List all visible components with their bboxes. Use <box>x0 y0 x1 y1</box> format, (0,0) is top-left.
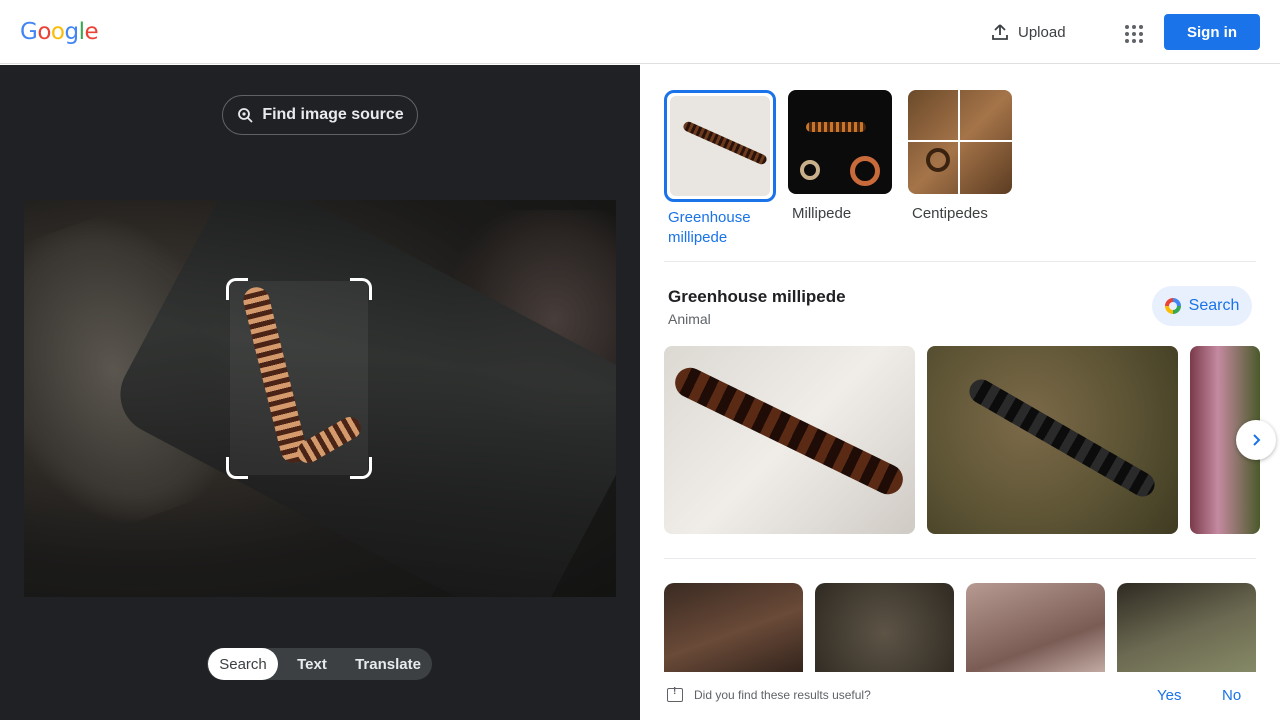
chip-label: Greenhouse millipede <box>668 209 751 246</box>
entity-subtitle: Animal <box>668 311 711 327</box>
find-image-source-button[interactable]: Find image source <box>222 95 418 135</box>
entity-title: Greenhouse millipede <box>668 287 846 306</box>
related-chips: Greenhouse millipede Millipede Centipedes <box>664 90 1264 250</box>
tab-search[interactable]: Search <box>208 648 278 680</box>
result-image[interactable] <box>664 346 915 534</box>
crop-handle-bottom-left[interactable] <box>226 457 248 479</box>
sign-in-button[interactable]: Sign in <box>1164 14 1260 50</box>
apps-grid-icon[interactable] <box>1118 18 1146 46</box>
results-pane: Greenhouse millipede Millipede Centipedes… <box>640 65 1280 720</box>
search-entity-label: Search <box>1188 297 1240 314</box>
divider <box>664 558 1256 559</box>
feedback-bar: Did you find these results useful? Yes N… <box>640 672 1280 720</box>
tab-text[interactable]: Text <box>278 648 346 680</box>
lens-search-icon <box>238 108 253 123</box>
chip-thumbnail <box>908 90 1012 194</box>
crop-handle-bottom-right[interactable] <box>350 457 372 479</box>
top-bar: Google Upload Sign in <box>0 0 1280 64</box>
find-image-source-label: Find image source <box>262 106 404 123</box>
result-image[interactable] <box>927 346 1178 534</box>
crop-handle-top-right[interactable] <box>350 278 372 300</box>
search-entity-button[interactable]: Search <box>1152 286 1252 326</box>
chip-label: Centipedes <box>912 205 988 222</box>
chip-label: Millipede <box>792 205 852 222</box>
chip-thumbnail <box>664 90 776 202</box>
google-logo[interactable]: Google <box>20 16 99 48</box>
feedback-question: Did you find these results useful? <box>694 688 871 702</box>
crop-handle-top-left[interactable] <box>226 278 248 300</box>
result-image[interactable] <box>966 583 1105 683</box>
feedback-no-button[interactable]: No <box>1222 687 1241 704</box>
mode-tabs: Search Text Translate <box>207 648 432 680</box>
result-image[interactable] <box>815 583 954 683</box>
tab-translate[interactable]: Translate <box>346 648 430 680</box>
chip-millipede[interactable]: Millipede <box>788 90 892 224</box>
google-g-icon <box>1164 298 1181 314</box>
upload-button[interactable]: Upload <box>990 16 1066 48</box>
query-image[interactable] <box>24 200 616 597</box>
upload-icon <box>992 24 1008 40</box>
chip-centipedes[interactable]: Centipedes <box>908 90 1012 224</box>
divider <box>664 261 1256 262</box>
feedback-yes-button[interactable]: Yes <box>1157 687 1181 704</box>
chip-thumbnail <box>788 90 892 194</box>
feedback-icon <box>667 686 683 702</box>
query-image-pane: Find image source Search Text Translate <box>0 65 640 720</box>
upload-label: Upload <box>1018 23 1066 41</box>
crop-selection[interactable] <box>230 281 368 475</box>
result-image[interactable] <box>1117 583 1256 683</box>
chevron-right-icon[interactable] <box>1236 420 1276 460</box>
result-image[interactable] <box>664 583 803 683</box>
chip-greenhouse-millipede[interactable]: Greenhouse millipede <box>664 90 776 248</box>
